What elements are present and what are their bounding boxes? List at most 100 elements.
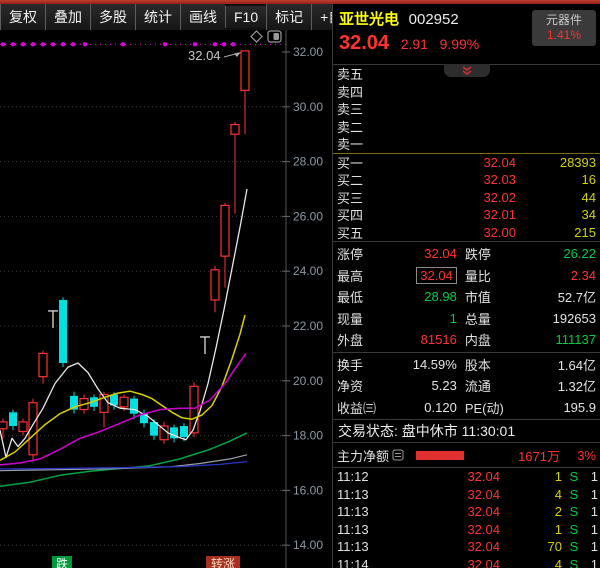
tick-time: 11:13 bbox=[337, 522, 383, 537]
limit-dot bbox=[21, 42, 25, 46]
ask-row[interactable]: 卖二 bbox=[333, 118, 600, 136]
trading-status-value: 盘中休市 11:30:01 bbox=[402, 423, 515, 439]
tick-list[interactable]: 11:1232.041S111:1332.044S111:1332.042S11… bbox=[333, 468, 600, 568]
detail-list-icon bbox=[392, 449, 404, 461]
limit-dot bbox=[61, 42, 65, 46]
axis-label: 32.00 bbox=[293, 45, 323, 59]
tick-time: 11:13 bbox=[337, 504, 383, 519]
price-annotation: 32.04 bbox=[188, 48, 221, 63]
stat-value: 81516 bbox=[383, 332, 457, 347]
stat-value: 14.59% bbox=[383, 357, 457, 372]
tick-row: 11:1332.0470S1 bbox=[333, 538, 600, 556]
stats-grid: 涨停32.04跌停26.22最高32.04量比2.34最低28.98市值52.7… bbox=[333, 242, 600, 352]
axis-label: 24.00 bbox=[293, 264, 323, 278]
candle-body bbox=[241, 51, 249, 90]
candlestick-chart[interactable]: 32.0030.0028.0026.0024.0022.0020.0018.00… bbox=[0, 30, 332, 568]
quote-price: 32.03 bbox=[381, 172, 516, 187]
toolbar-button-统计[interactable]: 统计 bbox=[135, 4, 180, 30]
toolbar-button-叠加[interactable]: 叠加 bbox=[45, 4, 90, 30]
tick-volume: 1 bbox=[500, 469, 562, 484]
axis-label: 30.00 bbox=[293, 100, 323, 114]
bid-row[interactable]: 买三32.0244 bbox=[333, 189, 600, 207]
bid-row[interactable]: 买二32.0316 bbox=[333, 171, 600, 189]
main-flow-label: 主力净额 bbox=[337, 446, 389, 465]
tick-volume: 1 bbox=[500, 522, 562, 537]
candle-body bbox=[120, 397, 128, 407]
tick-row: 11:1232.041S1 bbox=[333, 468, 600, 486]
candle-body bbox=[19, 422, 27, 432]
tick-count: 1 bbox=[586, 539, 598, 554]
ask-row[interactable]: 卖四 bbox=[333, 83, 600, 101]
ask-row[interactable]: 卖一 bbox=[333, 135, 600, 153]
toolbar-button-画线[interactable]: 画线 bbox=[180, 4, 225, 30]
stat-value: 1.64亿 bbox=[515, 355, 596, 374]
ask-row[interactable]: 卖三 bbox=[333, 100, 600, 118]
stat-row: 外盘81516内盘111137 bbox=[333, 329, 600, 351]
quote-label: 买五 bbox=[337, 223, 381, 242]
quote-label: 买一 bbox=[337, 153, 381, 172]
tick-count: 1 bbox=[586, 504, 598, 519]
bid-row[interactable]: 买五32.00215 bbox=[333, 224, 600, 242]
tick-row: 11:1332.041S1 bbox=[333, 521, 600, 539]
candle-body bbox=[180, 426, 188, 437]
last-price: 32.04 bbox=[339, 32, 389, 54]
stat-label: 涨停 bbox=[337, 244, 383, 263]
stat-row: 收益㈢0.120PE(动)195.9 bbox=[333, 397, 600, 419]
limit-dot bbox=[231, 42, 235, 46]
quote-label: 买三 bbox=[337, 188, 381, 207]
limit-dot bbox=[83, 42, 87, 46]
stat-value: 26.22 bbox=[515, 246, 596, 261]
stat-label: 现量 bbox=[337, 309, 383, 328]
stat-value: 5.23 bbox=[383, 378, 457, 393]
bid-row[interactable]: 买四32.0134 bbox=[333, 206, 600, 224]
stat-label: 收益㈢ bbox=[337, 398, 383, 417]
quote-label: 卖四 bbox=[337, 82, 381, 101]
limit-dot bbox=[213, 42, 217, 46]
toolbar-button-复权[interactable]: 复权 bbox=[0, 4, 45, 30]
buy-queue: 买一32.0428393买二32.0316买三32.0244买四32.0134买… bbox=[333, 154, 600, 242]
tick-price: 32.04 bbox=[383, 557, 500, 568]
ma-white bbox=[0, 189, 247, 458]
limit-dot bbox=[1, 42, 5, 46]
stock-code: 002952 bbox=[409, 11, 459, 28]
axis-label: 14.00 bbox=[293, 538, 323, 552]
sector-badge[interactable]: 元器件 1.41% bbox=[532, 10, 596, 46]
stat-label: 跌停 bbox=[457, 244, 515, 263]
quote-volume: 16 bbox=[516, 172, 596, 187]
axis-label: 20.00 bbox=[293, 374, 323, 388]
chart-canvas[interactable]: 32.0030.0028.0026.0024.0022.0020.0018.00… bbox=[0, 30, 332, 568]
quote-label: 买二 bbox=[337, 170, 381, 189]
tick-time: 11:13 bbox=[337, 539, 383, 554]
limit-dot bbox=[31, 42, 35, 46]
stat-row: 最低28.98市值52.7亿 bbox=[333, 286, 600, 308]
candle-body bbox=[130, 399, 138, 414]
tick-side: S bbox=[562, 522, 586, 537]
tick-price: 32.04 bbox=[383, 522, 500, 537]
sector-change: 1.41% bbox=[534, 28, 594, 43]
limit-dot bbox=[222, 42, 226, 46]
stat-label: 流通 bbox=[457, 376, 515, 395]
stats-grid-2: 换手14.59%股本1.64亿净资5.23流通1.32亿收益㈢0.120PE(动… bbox=[333, 353, 600, 420]
bid-row[interactable]: 买一32.0428393 bbox=[333, 154, 600, 172]
quote-price: 32.02 bbox=[381, 190, 516, 205]
price-change-pct: 9.99% bbox=[440, 36, 480, 52]
tick-price: 32.04 bbox=[383, 539, 500, 554]
main-flow-value: 1671万 bbox=[464, 446, 560, 465]
main-net-flow[interactable]: 主力净额 1671万 3% bbox=[333, 443, 600, 467]
tick-time: 11:13 bbox=[337, 487, 383, 502]
collapse-tab[interactable] bbox=[444, 64, 490, 77]
stat-label: 换手 bbox=[337, 355, 383, 374]
tick-side: S bbox=[562, 557, 586, 568]
stat-label: 内盘 bbox=[457, 330, 515, 349]
stat-value: 195.9 bbox=[515, 400, 596, 415]
toolbar-button-多股[interactable]: 多股 bbox=[90, 4, 135, 30]
axis-label: 26.00 bbox=[293, 209, 323, 223]
quote-price: 32.04 bbox=[381, 155, 516, 170]
toolbar-button-标记[interactable]: 标记 bbox=[266, 4, 311, 30]
toolbar-button-F10[interactable]: F10 bbox=[225, 6, 266, 28]
quote-label: 买四 bbox=[337, 205, 381, 224]
tick-side: S bbox=[562, 504, 586, 519]
stat-value: 28.98 bbox=[383, 289, 457, 304]
quote-volume: 34 bbox=[516, 207, 596, 222]
candle-body bbox=[39, 353, 47, 376]
